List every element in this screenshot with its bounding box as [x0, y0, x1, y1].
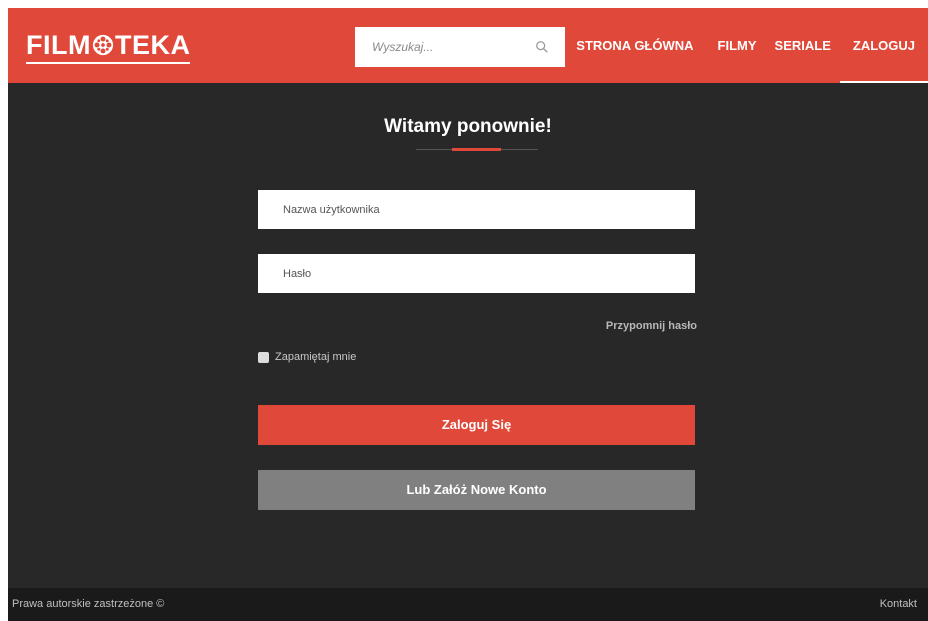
username-field-box	[258, 190, 695, 229]
nav-home[interactable]: STRONA GŁÓWNA	[576, 8, 702, 83]
logo-text-end: TEKA	[114, 30, 191, 60]
contact-link[interactable]: Kontakt	[880, 598, 917, 610]
password-field-box	[258, 254, 695, 293]
password-field[interactable]	[258, 266, 685, 281]
film-reel-icon	[92, 34, 114, 56]
logo-underline	[26, 62, 190, 64]
site-header: FILM TEKA STRONA G	[8, 8, 928, 83]
main-nav: STRONA GŁÓWNA FILMY SERIALE ZALOGUJ	[576, 8, 928, 83]
register-button[interactable]: Lub Załóż Nowe Konto	[258, 470, 695, 510]
copyright-text: Prawa autorskie zastrzeżone ©	[12, 598, 165, 610]
page-title: Witamy ponownie!	[384, 116, 552, 137]
nav-movies[interactable]: FILMY	[709, 8, 766, 83]
site-logo[interactable]: FILM TEKA	[26, 30, 190, 60]
remember-me[interactable]: Zapamiętaj mnie	[258, 351, 356, 363]
remember-me-label: Zapamiętaj mnie	[275, 351, 357, 363]
remind-password-link[interactable]: Przypomnij hasło	[606, 320, 697, 332]
search-icon[interactable]	[535, 40, 549, 54]
login-button[interactable]: Zaloguj Się	[258, 405, 695, 445]
logo-text-start: FILM	[26, 30, 91, 60]
search-box	[355, 27, 565, 67]
nav-login[interactable]: ZALOGUJ	[839, 8, 928, 83]
nav-series[interactable]: SERIALE	[766, 8, 840, 83]
search-input[interactable]	[355, 39, 524, 55]
site-footer: Prawa autorskie zastrzeżone © Kontakt	[8, 588, 928, 621]
title-divider-accent	[452, 148, 501, 151]
remember-me-checkbox[interactable]	[258, 351, 269, 363]
page: FILM TEKA STRONA G	[8, 8, 928, 621]
username-field[interactable]	[258, 202, 685, 217]
